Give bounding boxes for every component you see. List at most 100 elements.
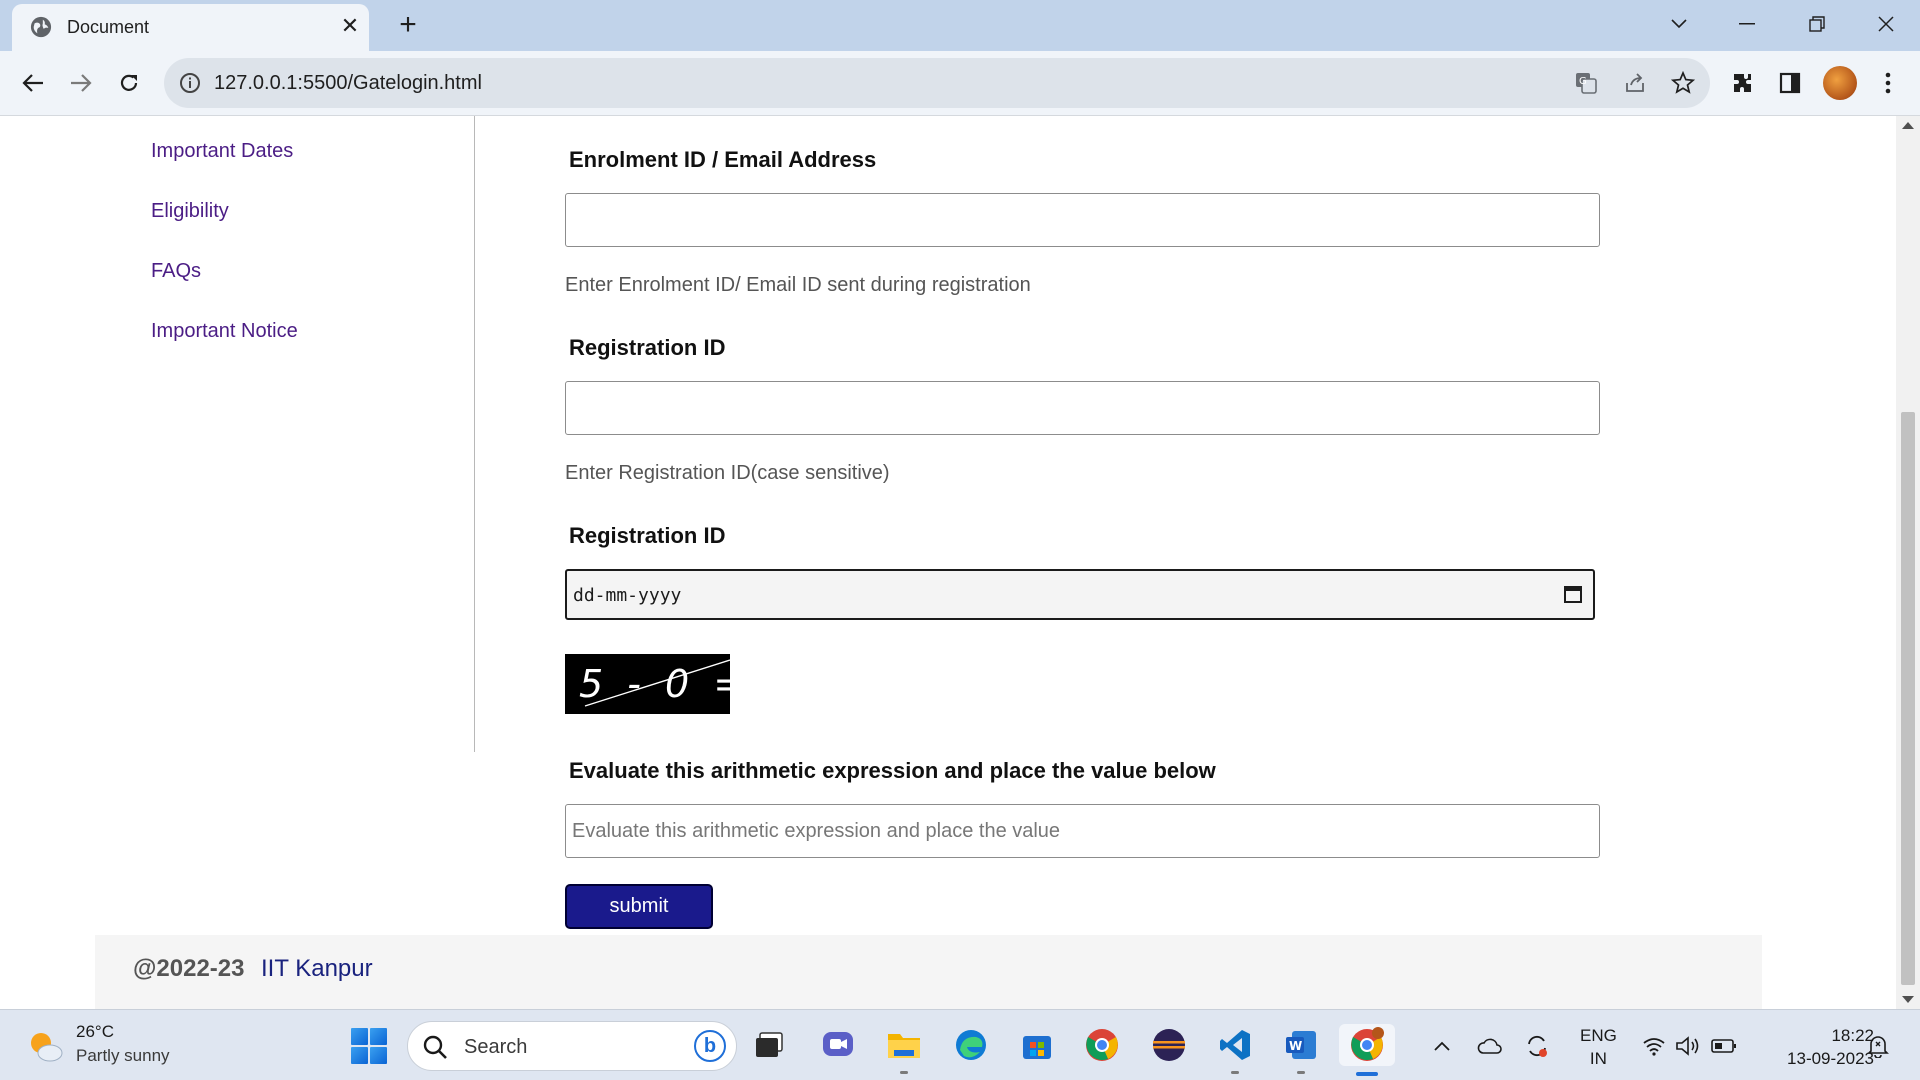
captcha-noise-line <box>584 659 730 707</box>
page-content: Important Dates Eligibility FAQs Importa… <box>0 116 1896 1009</box>
extensions-icon[interactable] <box>1725 65 1761 101</box>
notification-bell-icon[interactable] <box>1864 1032 1892 1060</box>
clock-date: 13-09-2023 <box>1787 1049 1874 1068</box>
chrome-app[interactable] <box>1081 1024 1123 1066</box>
eclipse-app[interactable] <box>1148 1024 1190 1066</box>
word-app[interactable]: W <box>1280 1024 1322 1074</box>
restore-icon <box>1809 16 1825 32</box>
os-taskbar: 26°C Partly sunny Search b W ENG IN 18:2… <box>0 1009 1920 1080</box>
wifi-icon[interactable] <box>1640 1032 1668 1060</box>
scroll-down-arrow-icon[interactable] <box>1902 996 1914 1003</box>
vscode-icon <box>1220 1030 1250 1060</box>
teams-chat-app[interactable] <box>817 1024 859 1066</box>
folder-icon <box>888 1034 920 1058</box>
more-menu-icon[interactable] <box>1870 65 1906 101</box>
new-tab-button[interactable]: + <box>392 10 424 42</box>
weather-partly-sunny-icon[interactable] <box>26 1028 64 1064</box>
page-scrollbar[interactable] <box>1896 116 1920 1009</box>
svg-text:G: G <box>1579 76 1587 87</box>
date-label: Registration ID <box>569 523 726 548</box>
system-clock[interactable]: 18:22 13-09-2023 <box>1760 1024 1874 1070</box>
clock-time: 18:22 <box>1831 1026 1874 1045</box>
sidebar-link-important-notice[interactable]: Important Notice <box>151 320 298 343</box>
weather-temperature[interactable]: 26°C <box>76 1022 114 1042</box>
windows-logo-tile <box>370 1047 387 1064</box>
enrolment-field[interactable] <box>565 193 1600 247</box>
store-icon <box>1023 1036 1051 1059</box>
profile-avatar[interactable] <box>1823 66 1857 100</box>
sync-icon[interactable] <box>1523 1032 1551 1060</box>
evaluate-label: Evaluate this arithmetic expression and … <box>569 758 1216 783</box>
registration-field[interactable] <box>565 381 1600 435</box>
tab-search-button[interactable] <box>1659 6 1699 42</box>
edge-browser-icon <box>956 1030 986 1060</box>
address-bar[interactable]: 127.0.0.1:5500/Gatelogin.html G <box>164 58 1710 108</box>
browser-tab[interactable]: Document ✕ <box>12 4 369 51</box>
date-placeholder: dd-mm-yyyy <box>573 585 682 606</box>
scrollbar-thumb[interactable] <box>1901 412 1915 985</box>
footer-org-name: IIT Kanpur <box>261 955 373 982</box>
running-indicator <box>1231 1071 1239 1074</box>
weather-description[interactable]: Partly sunny <box>76 1046 170 1066</box>
vscode-app[interactable] <box>1214 1024 1256 1074</box>
reload-icon <box>120 74 138 91</box>
info-icon[interactable] <box>178 71 202 95</box>
reload-button[interactable] <box>111 65 147 101</box>
captcha-image: 5 - 0 = <box>565 654 730 714</box>
search-label: Search <box>464 1036 528 1058</box>
eclipse-icon <box>1153 1029 1185 1061</box>
sidebar-link-important-dates[interactable]: Important Dates <box>151 140 293 163</box>
share-icon[interactable] <box>1622 70 1648 96</box>
chrome-active-app[interactable] <box>1339 1024 1395 1076</box>
bing-icon[interactable]: b <box>694 1030 726 1062</box>
microsoft-store-app[interactable] <box>1016 1024 1058 1066</box>
task-view-app[interactable] <box>748 1024 790 1066</box>
start-button[interactable] <box>351 1028 387 1064</box>
sidebar-link-faqs[interactable]: FAQs <box>151 260 201 283</box>
volume-icon[interactable] <box>1674 1032 1702 1060</box>
active-app-indicator <box>1356 1072 1378 1076</box>
scroll-up-arrow-icon[interactable] <box>1902 122 1914 129</box>
edge-app[interactable] <box>950 1024 992 1066</box>
chevron-down-icon <box>1671 19 1687 29</box>
onedrive-icon[interactable] <box>1476 1032 1504 1060</box>
chevron-up-icon <box>1434 1041 1450 1051</box>
side-panel-icon[interactable] <box>1772 65 1808 101</box>
sidebar-link-eligibility[interactable]: Eligibility <box>151 200 229 223</box>
task-view-icon <box>756 1032 783 1057</box>
submit-button[interactable]: submit <box>565 884 713 929</box>
registration-label: Registration ID <box>569 335 726 360</box>
browser-toolbar: 127.0.0.1:5500/Gatelogin.html G <box>0 51 1920 116</box>
running-indicator <box>1297 1071 1305 1074</box>
windows-logo-tile <box>370 1028 387 1045</box>
forward-button[interactable] <box>63 65 99 101</box>
file-explorer-app[interactable] <box>883 1024 925 1074</box>
close-window-button[interactable] <box>1866 6 1906 42</box>
region-code: IN <box>1589 1049 1607 1068</box>
language-code: ENG <box>1580 1026 1617 1045</box>
language-indicator[interactable]: ENG IN <box>1580 1024 1617 1070</box>
date-field[interactable]: dd-mm-yyyy <box>565 569 1595 620</box>
url-text[interactable]: 127.0.0.1:5500/Gatelogin.html <box>214 72 482 95</box>
bookmark-star-icon[interactable] <box>1670 70 1696 96</box>
chrome-icon <box>1086 1029 1118 1061</box>
footer: @2022-23 IIT Kanpur <box>95 935 1762 1009</box>
close-tab-icon[interactable]: ✕ <box>336 12 364 40</box>
battery-icon[interactable] <box>1710 1032 1738 1060</box>
running-indicator <box>900 1071 908 1074</box>
sidebar: Important Dates Eligibility FAQs Importa… <box>0 116 475 752</box>
taskbar-search[interactable]: Search b <box>407 1021 737 1071</box>
translate-icon[interactable]: G <box>1573 70 1599 96</box>
restore-button[interactable] <box>1797 6 1837 42</box>
captcha-answer-field[interactable] <box>565 804 1600 858</box>
chat-icon <box>823 1032 853 1056</box>
globe-icon <box>30 16 52 38</box>
minimize-icon <box>1739 23 1755 25</box>
show-hidden-icons-button[interactable] <box>1428 1032 1456 1060</box>
registration-hint: Enter Registration ID(case sensitive) <box>565 462 890 484</box>
back-button[interactable] <box>15 65 51 101</box>
minimize-button[interactable] <box>1727 6 1767 42</box>
calendar-icon[interactable] <box>1563 584 1583 604</box>
footer-copyright: @2022-23 <box>133 955 245 982</box>
search-icon <box>423 1035 447 1059</box>
